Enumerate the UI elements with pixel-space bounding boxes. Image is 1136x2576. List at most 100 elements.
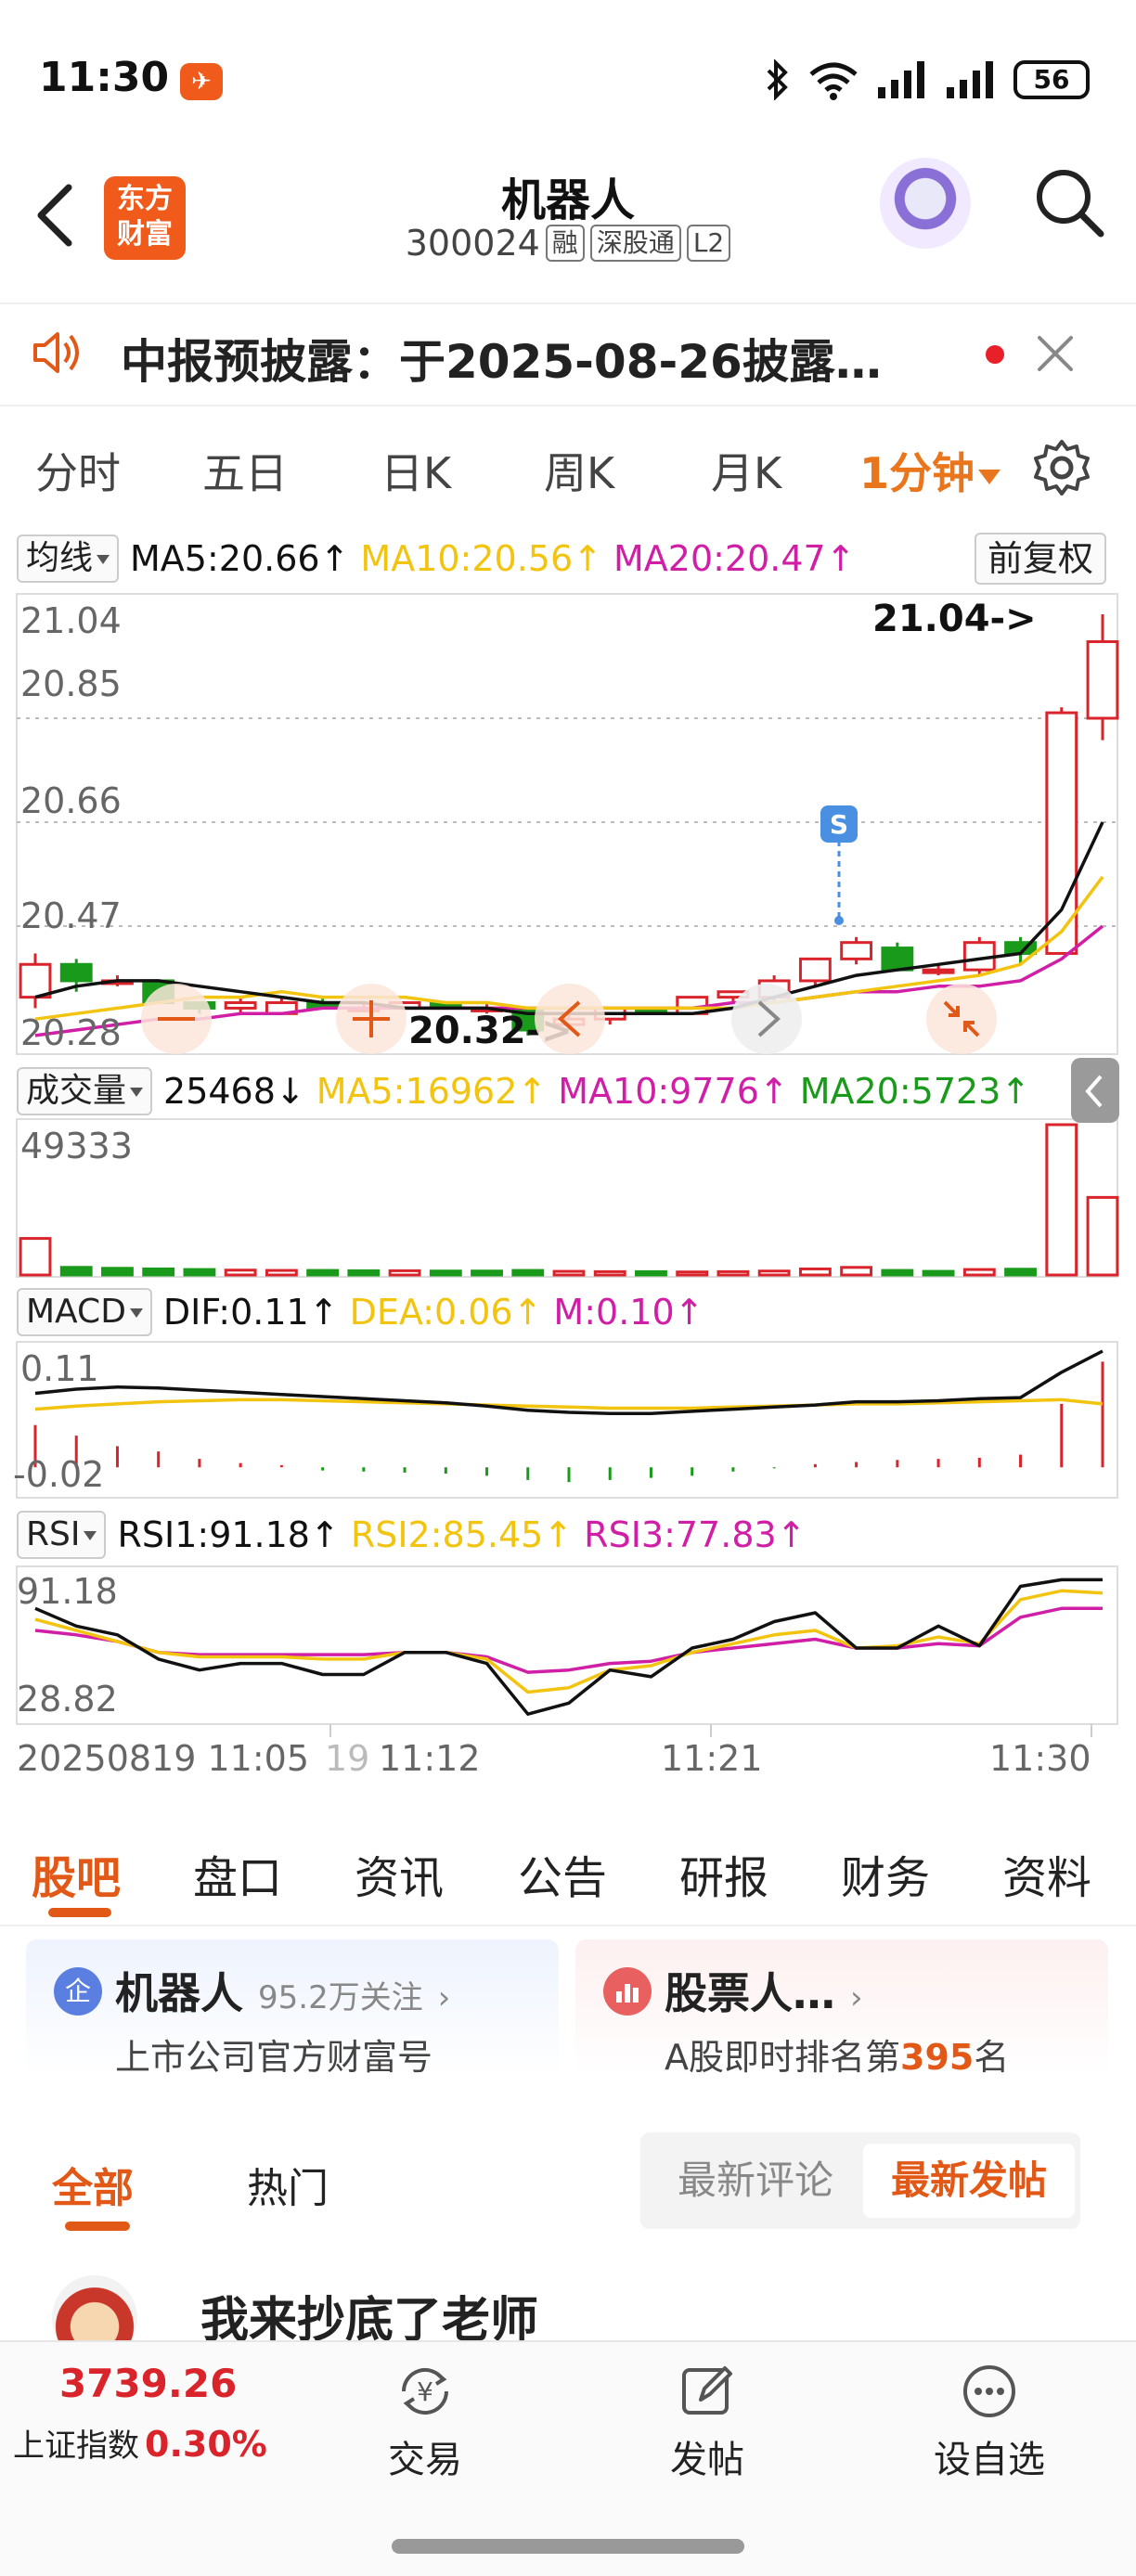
index-change: 0.30% — [145, 2424, 267, 2465]
trade-icon: ¥ — [401, 2367, 449, 2415]
volume-bar — [183, 1268, 216, 1277]
volume-bar — [635, 1269, 667, 1277]
volume-bar — [922, 1269, 955, 1277]
candle-body — [59, 962, 93, 983]
volume-bar — [676, 1270, 709, 1277]
home-indicator[interactable] — [392, 2539, 744, 2554]
kline-layer — [19, 614, 1119, 1037]
volume-bar — [962, 1268, 996, 1277]
volume-bar — [19, 1237, 52, 1277]
tab-pankou[interactable]: 盘口 — [193, 1841, 282, 1906]
rsi-layer — [34, 1578, 1104, 1716]
nav-trade[interactable]: ¥ 交易 — [360, 2361, 490, 2483]
rsi2-line — [34, 1589, 1104, 1694]
macd-layer — [33, 1349, 1104, 1483]
bar-chart-icon — [603, 1967, 652, 2016]
stock-charts[interactable]: 21.04 20.85 20.66 20.47 20.28 21.04-> 20… — [0, 0, 1136, 1819]
nav-add-watchlist-label: 设自选 — [934, 2439, 1045, 2481]
tab-news[interactable]: 资讯 — [355, 1841, 444, 1906]
time-axis-partial: 19 — [325, 1738, 369, 1779]
volume-bar — [881, 1269, 914, 1277]
stock-rank-name: 股票人… — [665, 1968, 835, 2018]
stock-rank-card[interactable]: 股票人… › A股即时排名第395名 — [575, 1939, 1108, 2078]
price-tick-4: 20.47 — [20, 895, 122, 936]
volume-bar — [429, 1269, 462, 1277]
candle-body — [922, 968, 955, 974]
volume-bar — [1004, 1268, 1037, 1277]
company-account-card[interactable]: 企 机器人 95.2万关注 › 上市公司官方财富号 — [26, 1939, 559, 2078]
rsi1-line — [34, 1578, 1103, 1716]
time-axis-tick-1: 11:12 — [379, 1738, 481, 1779]
volume-bar — [552, 1269, 586, 1277]
scroll-right-button[interactable] — [731, 984, 802, 1054]
volume-layer — [19, 1123, 1119, 1277]
scroll-left-button[interactable] — [535, 984, 605, 1054]
time-axis-start: 20250819 11:05 — [17, 1738, 309, 1779]
time-axis-tick-2: 11:21 — [661, 1738, 763, 1779]
tab-finance[interactable]: 财务 — [841, 1841, 930, 1906]
company-account-subtitle: 上市公司官方财富号 — [115, 2037, 433, 2078]
volume-bar — [101, 1267, 134, 1277]
tab-all[interactable]: 全部 — [52, 2155, 134, 2214]
index-name: 上证指数 — [13, 2428, 139, 2465]
candle-body — [1086, 639, 1119, 720]
grid-layer — [17, 717, 1117, 1737]
active-tab-indicator — [48, 1908, 111, 1917]
chevron-right-icon: › — [437, 1979, 451, 2016]
chevron-right-icon: › — [850, 1979, 863, 2016]
rank-number: 395 — [900, 2037, 975, 2078]
volume-bar — [388, 1269, 421, 1277]
tab-hot[interactable]: 热门 — [247, 2155, 329, 2214]
volume-bar — [1086, 1195, 1119, 1277]
nav-add-watchlist[interactable]: 设自选 — [924, 2361, 1054, 2483]
tab-research[interactable]: 研报 — [679, 1841, 768, 1906]
volume-bar — [757, 1269, 791, 1277]
volume-bar — [224, 1269, 257, 1277]
volume-bar — [265, 1269, 298, 1277]
feed-tab-indicator — [65, 2222, 130, 2231]
svg-text:¥: ¥ — [417, 2376, 433, 2407]
index-value[interactable]: 3739.26 — [59, 2361, 237, 2406]
tab-guba[interactable]: 股吧 — [32, 1841, 121, 1906]
rsi-tick-min: 28.82 — [17, 1679, 118, 1719]
stock-rank-title: 股票人… › — [665, 1960, 863, 2021]
sell-signal-label: S — [830, 809, 848, 840]
volume-bar — [306, 1269, 340, 1277]
candle-body — [840, 941, 873, 960]
tab-announcements[interactable]: 公告 — [518, 1841, 607, 1906]
price-tick-3: 20.66 — [20, 780, 122, 821]
nav-post[interactable]: 发帖 — [642, 2361, 772, 2483]
price-tick-2: 20.85 — [20, 663, 122, 704]
volume-bar — [840, 1266, 873, 1277]
volume-bar — [471, 1269, 503, 1277]
volume-bar — [511, 1269, 545, 1277]
volume-bar — [142, 1267, 175, 1277]
candle-body — [881, 947, 914, 972]
volume-bar — [347, 1269, 381, 1277]
candle-body — [798, 957, 832, 983]
rank-prefix: A股即时排名第 — [665, 2037, 900, 2078]
volume-bar — [593, 1269, 626, 1277]
volume-bar — [716, 1269, 750, 1277]
volume-bar — [59, 1266, 93, 1277]
macd-pane — [16, 1341, 1118, 1499]
tab-profile[interactable]: 资料 — [1002, 1841, 1091, 1906]
volume-pane — [16, 1118, 1118, 1278]
time-axis-tick-3: 11:30 — [989, 1738, 1091, 1779]
follower-count: 95.2万关注 — [258, 1979, 423, 2016]
price-tick-max: 21.04 — [20, 600, 122, 641]
rsi-tick-max: 91.18 — [17, 1571, 118, 1612]
signal-dot — [834, 916, 844, 925]
side-panel-tab[interactable] — [1071, 1058, 1119, 1123]
nav-post-label: 发帖 — [670, 2439, 744, 2481]
macd-tick-max: 0.11 — [20, 1348, 99, 1389]
volume-bar — [1045, 1123, 1078, 1277]
rsi3-line — [34, 1606, 1103, 1674]
sort-latest-post[interactable]: 最新发帖 — [863, 2144, 1075, 2218]
high-marker: 21.04-> — [872, 598, 1037, 640]
more-icon — [963, 2365, 1015, 2417]
sort-latest-comment[interactable]: 最新评论 — [650, 2144, 861, 2218]
company-account-title: 机器人 95.2万关注 › — [115, 1960, 450, 2021]
index-label[interactable]: 上证指数 0.30% — [13, 2420, 267, 2466]
collapse-button[interactable] — [926, 984, 997, 1054]
